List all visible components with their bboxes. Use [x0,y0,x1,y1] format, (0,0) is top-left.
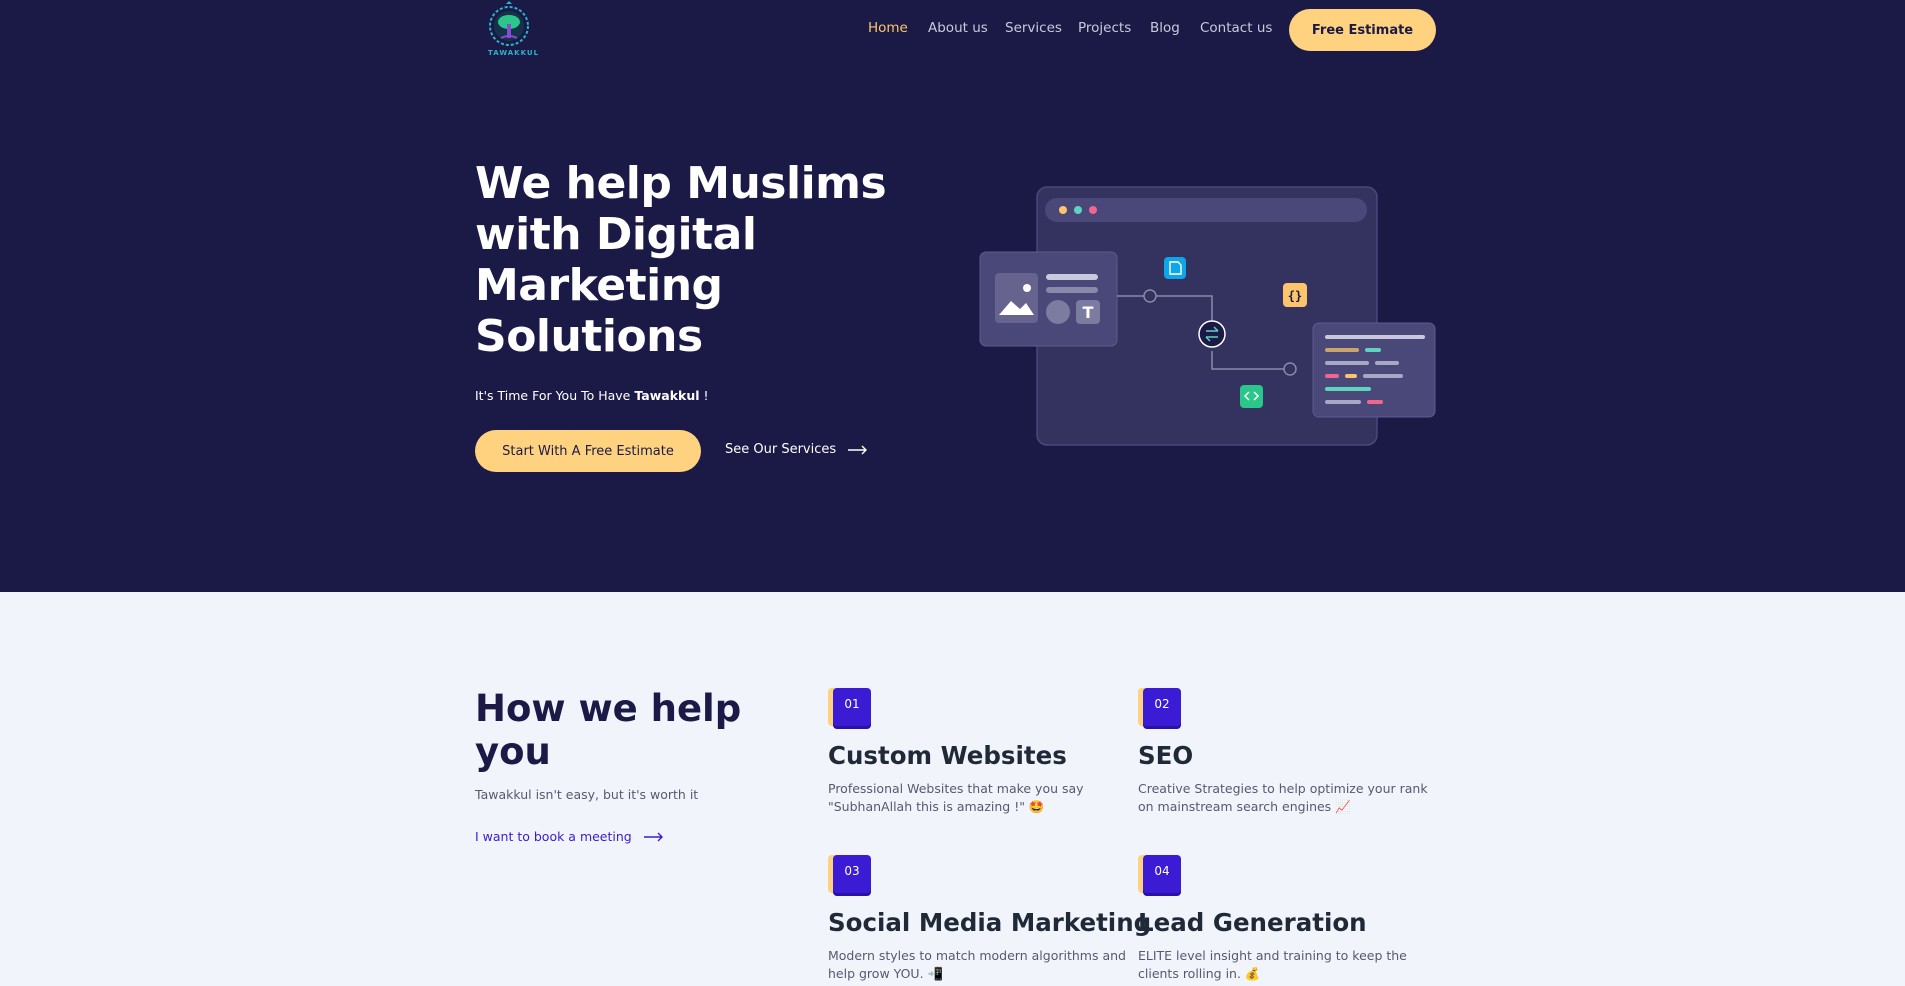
service-description: Creative Strategies to help optimize you… [1138,781,1428,814]
arrow-right-icon [643,832,663,841]
nav-blog[interactable]: Blog [1150,20,1180,40]
service-description: Modern styles to match modern algorithms… [828,948,1126,981]
hero-tagline: It's Time For You To Have Tawakkul ! [475,388,709,403]
arrow-right-icon [848,445,868,454]
see-services-label: See Our Services [725,442,837,457]
service-card: 01 Custom Websites Professional Websites… [828,688,1128,816]
svg-text:T: T [1083,303,1094,322]
nav-about-us[interactable]: About us [928,20,988,40]
service-title: Custom Websites [828,741,1067,770]
nav-projects[interactable]: Projects [1078,20,1131,40]
svg-text:{}: {} [1288,289,1302,303]
book-meeting-label: I want to book a meeting [475,829,632,844]
service-title: SEO [1138,741,1194,770]
nav-home[interactable]: Home [868,20,908,40]
service-card: 04 Lead Generation ELITE level insight a… [1138,855,1438,983]
brand-name: Tawakkul [634,388,700,403]
number-badge: 04 [1138,855,1181,898]
section-title: How we help you [475,687,742,773]
hero-section: TAWAKKUL Home About us Services Projects… [0,0,1905,592]
service-card: 03 Social Media Marketing Modern styles … [828,855,1152,983]
free-estimate-button[interactable]: Free Estimate [1289,9,1436,51]
number-badge: 01 [828,688,871,731]
book-meeting-link[interactable]: I want to book a meeting [475,829,664,844]
see-services-link[interactable]: See Our Services [725,442,868,457]
hero-title: We help Muslims with Digital Marketing S… [475,158,887,362]
number-badge: 03 [828,855,871,898]
service-description: Professional Websites that make you say … [828,781,1084,814]
nav-contact-us[interactable]: Contact us [1200,20,1272,40]
nav-services[interactable]: Services [1005,20,1062,40]
number-badge: 02 [1138,688,1181,731]
service-card: 02 SEO Creative Strategies to help optim… [1138,688,1438,816]
logo-text: TAWAKKUL [488,49,540,57]
service-title: Social Media Marketing [828,908,1152,937]
web-development-illustration: T {} [979,186,1436,446]
service-description: ELITE level insight and training to keep… [1138,948,1407,981]
start-free-estimate-button[interactable]: Start With A Free Estimate [475,430,701,472]
service-title: Lead Generation [1138,908,1367,937]
section-subtitle: Tawakkul isn't easy, but it's worth it [475,787,699,802]
